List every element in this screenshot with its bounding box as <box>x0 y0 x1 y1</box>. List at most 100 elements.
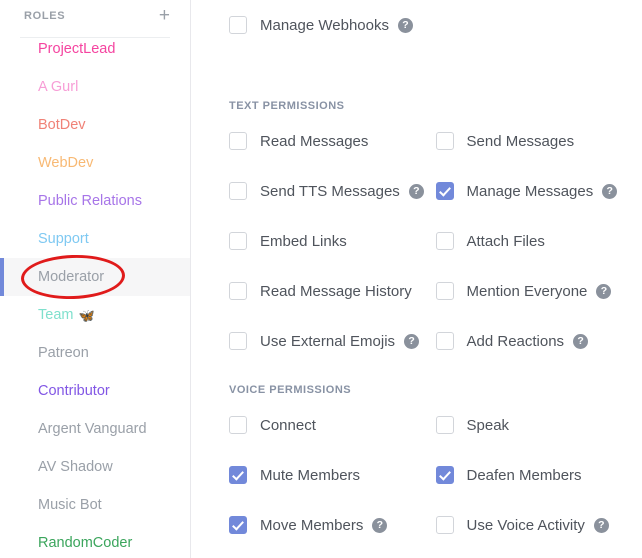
sidebar-role-music-bot[interactable]: Music Bot <box>0 486 190 524</box>
permission-attach-files[interactable]: Attach Files <box>435 232 642 250</box>
permission-label: Use Voice Activity <box>466 516 585 534</box>
permission-label: Mention Everyone <box>466 282 588 300</box>
role-label: Contributor <box>38 383 110 399</box>
help-icon[interactable]: ? <box>397 17 413 33</box>
role-emoji-icon: 🦋 <box>78 307 95 323</box>
permission-read-messages[interactable]: Read Messages <box>229 132 436 150</box>
role-label: Moderator <box>38 269 105 285</box>
help-icon[interactable]: ? <box>372 517 388 533</box>
checkbox-deafen-members[interactable] <box>435 466 454 484</box>
sidebar-role-webdev[interactable]: WebDev <box>0 144 190 182</box>
permission-speak[interactable]: Speak <box>435 416 642 434</box>
permission-label: Use External Emojis <box>260 332 396 350</box>
permission-row: Embed Links Attach Files <box>229 216 642 266</box>
checkbox-manage-messages[interactable] <box>435 182 454 200</box>
permission-label: Manage Messages <box>466 182 594 200</box>
role-label: Argent Vanguard <box>38 421 147 437</box>
permission-mute-members[interactable]: Mute Members <box>229 466 436 484</box>
checkbox-embed-links[interactable] <box>229 232 247 250</box>
role-label: Support <box>38 231 89 247</box>
help-icon[interactable]: ? <box>404 333 420 349</box>
role-label: Music Bot <box>38 497 102 513</box>
roles-list: ProjectLead A Gurl BotDev WebDev Public Rela… <box>0 30 190 558</box>
permission-sections: TEXT PERMISSIONS Read Messages Send Messag… <box>229 82 642 550</box>
role-label: BotDev <box>38 117 86 133</box>
role-label: RandomCoder <box>38 535 133 551</box>
role-label: Team <box>38 307 74 323</box>
permission-send-tts-messages[interactable]: Send TTS Messages? <box>229 182 436 200</box>
permission-use-external-emojis[interactable]: Use External Emojis? <box>229 332 436 350</box>
permission-row: Mute Members Deafen Members <box>229 450 642 500</box>
checkbox-send-messages[interactable] <box>435 132 454 150</box>
help-icon[interactable]: ? <box>408 183 424 199</box>
sidebar-role-botdev[interactable]: BotDev <box>0 106 190 144</box>
permission-label: Mute Members <box>260 466 361 484</box>
add-role-plus-icon[interactable]: + <box>157 6 172 27</box>
checkbox-read-messages[interactable] <box>229 132 247 150</box>
permission-label: Move Members <box>260 516 364 534</box>
help-icon[interactable]: ? <box>596 283 612 299</box>
sidebar-role-projectlead[interactable]: ProjectLead <box>0 30 190 68</box>
role-label: Public Relations <box>38 193 142 209</box>
sidebar-role-moderator[interactable]: Moderator <box>0 258 190 296</box>
permission-row: Read Message History Mention Everyone? <box>229 266 642 316</box>
help-icon[interactable]: ? <box>573 333 589 349</box>
permission-add-reactions[interactable]: Add Reactions? <box>435 332 642 350</box>
checkbox-mention-everyone[interactable] <box>435 282 454 300</box>
help-icon[interactable]: ? <box>593 517 609 533</box>
permission-row: Read Messages Send Messages <box>229 116 642 166</box>
sidebar-role-randomcoder[interactable]: RandomCoder <box>0 524 190 558</box>
permission-label: Read Message History <box>260 282 412 300</box>
sidebar-role-support[interactable]: Support <box>0 220 190 258</box>
permission-label: Attach Files <box>466 232 545 250</box>
role-permissions-screen: ROLES + ProjectLead A Gurl BotDev WebDev Pub… <box>0 0 642 558</box>
permissions-panel: Manage Webhooks ? TEXT PERMISSIONS Read M… <box>191 0 642 558</box>
permission-send-messages[interactable]: Send Messages <box>435 132 642 150</box>
checkbox-manage-webhooks[interactable] <box>229 16 247 34</box>
checkbox-read-message-history[interactable] <box>229 282 247 300</box>
permission-label: Add Reactions <box>466 332 565 350</box>
role-label: WebDev <box>38 155 94 171</box>
sidebar-role-contributor[interactable]: Contributor <box>0 372 190 410</box>
role-label: AV Shadow <box>38 459 113 475</box>
help-icon[interactable]: ? <box>602 183 618 199</box>
checkbox-add-reactions[interactable] <box>435 332 454 350</box>
checkbox-attach-files[interactable] <box>435 232 454 250</box>
roles-sidebar: ROLES + ProjectLead A Gurl BotDev WebDev Pub… <box>0 0 191 558</box>
permission-manage-webhooks[interactable]: Manage Webhooks ? <box>229 16 452 34</box>
permission-label: Speak <box>466 416 510 434</box>
checkbox-use-voice-activity[interactable] <box>435 516 454 534</box>
permission-read-message-history[interactable]: Read Message History <box>229 282 436 300</box>
permission-manage-messages[interactable]: Manage Messages? <box>435 182 642 200</box>
permission-label: Send Messages <box>466 132 575 150</box>
checkbox-speak[interactable] <box>435 416 454 434</box>
roles-header-title: ROLES <box>24 10 66 22</box>
role-label: Patreon <box>38 345 89 361</box>
checkbox-send-tts-messages[interactable] <box>229 182 247 200</box>
permission-use-voice-activity[interactable]: Use Voice Activity? <box>435 516 642 534</box>
checkbox-connect[interactable] <box>229 416 247 434</box>
role-label: A Gurl <box>38 79 79 95</box>
permission-embed-links[interactable]: Embed Links <box>229 232 436 250</box>
permission-mention-everyone[interactable]: Mention Everyone? <box>435 282 642 300</box>
sidebar-role-av-shadow[interactable]: AV Shadow <box>0 448 190 486</box>
permission-deafen-members[interactable]: Deafen Members <box>435 466 642 484</box>
permission-connect[interactable]: Connect <box>229 416 436 434</box>
section-header-voice-permissions: VOICE PERMISSIONS <box>229 384 352 396</box>
section-header-text-permissions: TEXT PERMISSIONS <box>229 100 345 112</box>
permission-row: Use External Emojis? Add Reactions? <box>229 316 642 366</box>
permission-row: Send TTS Messages? Manage Messages? <box>229 166 642 216</box>
permission-move-members[interactable]: Move Members? <box>229 516 436 534</box>
sidebar-role-patreon[interactable]: Patreon <box>0 334 190 372</box>
permission-row: Connect Speak <box>229 400 642 450</box>
roles-sidebar-header: ROLES + <box>0 0 190 32</box>
permission-label: Read Messages <box>260 132 369 150</box>
checkbox-move-members[interactable] <box>229 516 247 534</box>
sidebar-role-a-gurl[interactable]: A Gurl <box>0 68 190 106</box>
checkbox-use-external-emojis[interactable] <box>229 332 247 350</box>
sidebar-role-team[interactable]: Team 🦋 <box>0 296 190 334</box>
sidebar-role-argent-vanguard[interactable]: Argent Vanguard <box>0 410 190 448</box>
checkbox-mute-members[interactable] <box>229 466 247 484</box>
sidebar-role-public-relations[interactable]: Public Relations <box>0 182 190 220</box>
